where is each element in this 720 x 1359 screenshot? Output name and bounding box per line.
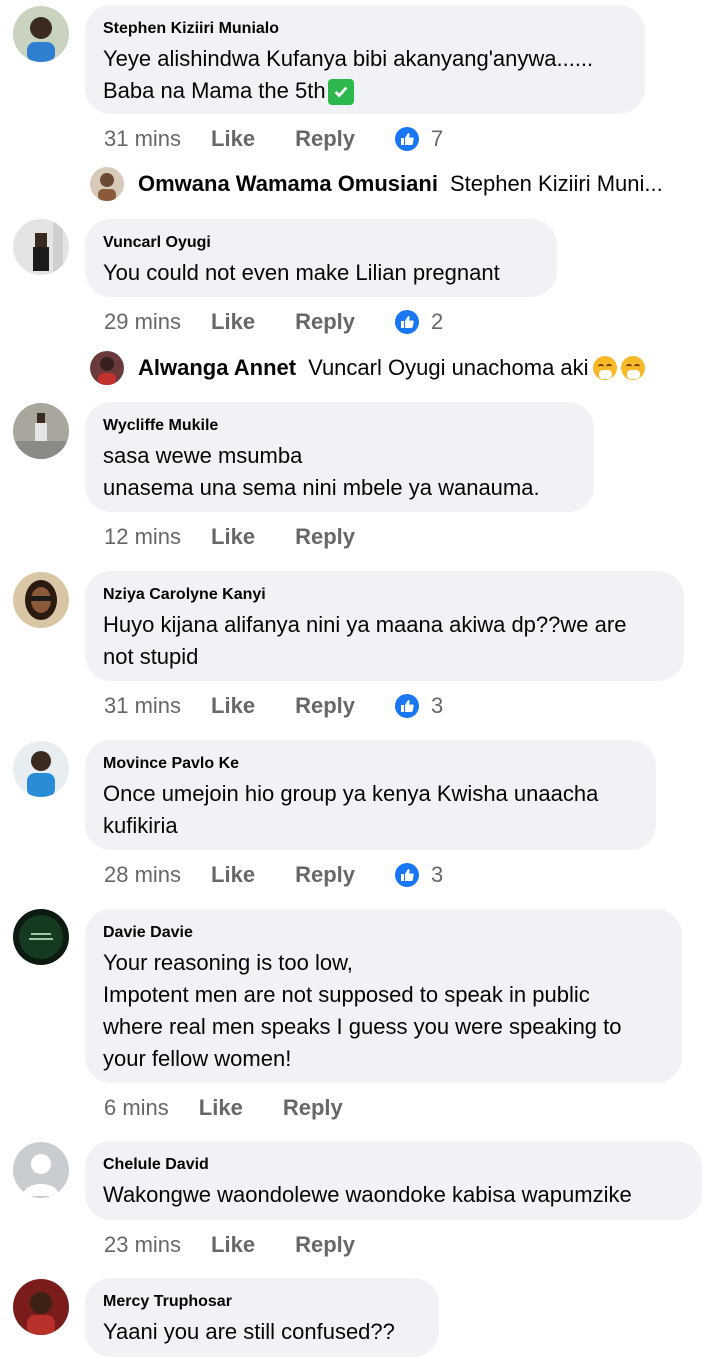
like-button[interactable]: Like — [211, 524, 255, 550]
like-count: 3 — [431, 693, 444, 718]
reply-button[interactable]: Reply — [295, 309, 355, 335]
comment-meta: 31 mins Like Reply 7 — [104, 124, 443, 154]
like-button[interactable]: Like — [211, 1232, 255, 1258]
comment-text: Yeye alishindwa Kufanya bibi akanyang'an… — [103, 43, 623, 107]
comment-time[interactable]: 29 mins — [104, 309, 181, 335]
like-button[interactable]: Like — [211, 862, 255, 888]
comment-meta: 12 mins Like Reply — [104, 522, 395, 552]
comment-bubble: Movince Pavlo Ke Once umejoin hio group … — [85, 740, 656, 850]
reply-author[interactable]: Alwanga Annet — [138, 355, 296, 381]
avatar[interactable] — [13, 909, 69, 965]
reaction-summary[interactable]: 2 — [395, 309, 443, 335]
white-heavy-check-mark-icon — [327, 79, 354, 106]
reply-button[interactable]: Reply — [295, 1232, 355, 1258]
reply-button[interactable]: Reply — [283, 1095, 343, 1121]
comment-text: Your reasoning is too low, Impotent men … — [103, 950, 622, 1071]
comment-meta: 29 mins Like Reply 2 — [104, 307, 443, 337]
reply-avatar — [90, 351, 124, 385]
reply-text: Vuncarl Oyugi unachoma aki — [308, 355, 589, 380]
comment-author[interactable]: Mercy Truphosar — [103, 1292, 417, 1312]
like-count: 7 — [431, 126, 444, 151]
avatar[interactable] — [13, 403, 69, 459]
comment-bubble: Chelule David Wakongwe waondolewe waondo… — [85, 1141, 702, 1220]
face-with-hand-over-mouth-icon — [620, 356, 645, 380]
comment-author[interactable]: Davie Davie — [103, 923, 660, 943]
comment-author[interactable]: Nziya Carolyne Kanyi — [103, 585, 662, 605]
like-button[interactable]: Like — [211, 309, 255, 335]
like-button[interactable]: Like — [211, 126, 255, 152]
thumbs-up-icon — [395, 127, 419, 151]
reaction-summary[interactable]: 7 — [395, 126, 443, 152]
comment-text: Once umejoin hio group ya kenya Kwisha u… — [103, 781, 599, 838]
comment-time[interactable]: 12 mins — [104, 524, 181, 550]
comment-time[interactable]: 31 mins — [104, 126, 181, 152]
avatar[interactable] — [13, 219, 69, 275]
reaction-summary[interactable]: 3 — [395, 693, 443, 719]
reply-preview[interactable]: Omwana Wamama Omusiani Stephen Kiziiri M… — [90, 166, 663, 202]
face-with-hand-over-mouth-icon — [592, 356, 617, 380]
comment-author[interactable]: Movince Pavlo Ke — [103, 754, 634, 774]
comment-time[interactable]: 28 mins — [104, 862, 181, 888]
comment-text: Huyo kijana alifanya nini ya maana akiwa… — [103, 612, 627, 669]
comment-author[interactable]: Vuncarl Oyugi — [103, 233, 535, 253]
thumbs-up-icon — [395, 310, 419, 334]
like-button[interactable]: Like — [211, 693, 255, 719]
reply-preview[interactable]: Alwanga Annet Vuncarl Oyugi unachoma aki — [90, 350, 645, 386]
comment-author[interactable]: Chelule David — [103, 1155, 680, 1175]
comment-bubble: Vuncarl Oyugi You could not even make Li… — [85, 219, 557, 297]
reply-author[interactable]: Omwana Wamama Omusiani — [138, 171, 438, 197]
like-count: 2 — [431, 309, 444, 334]
reply-text: Stephen Kiziiri Muni... — [449, 171, 663, 196]
avatar[interactable] — [13, 741, 69, 797]
comment-time[interactable]: 6 mins — [104, 1095, 169, 1121]
comment-meta: 28 mins Like Reply 3 — [104, 860, 443, 890]
comment-meta: 6 mins Like Reply — [104, 1093, 383, 1123]
thumbs-up-icon — [395, 863, 419, 887]
avatar[interactable] — [13, 6, 69, 62]
comment-meta: 31 mins Like Reply 3 — [104, 691, 443, 721]
comment-bubble: Davie Davie Your reasoning is too low, I… — [85, 909, 682, 1083]
like-button[interactable]: Like — [199, 1095, 243, 1121]
comment-bubble: Wycliffe Mukile sasa wewe msumba unasema… — [85, 402, 594, 512]
comment-text: Yaani you are still confused?? — [103, 1319, 395, 1344]
reply-button[interactable]: Reply — [295, 693, 355, 719]
avatar[interactable] — [13, 572, 69, 628]
comment-time[interactable]: 31 mins — [104, 693, 181, 719]
comment-bubble: Stephen Kiziiri Munialo Yeye alishindwa … — [85, 5, 645, 114]
avatar[interactable] — [13, 1142, 69, 1198]
comment-text: You could not even make Lilian pregnant — [103, 260, 500, 285]
avatar[interactable] — [13, 1279, 69, 1335]
comment-time[interactable]: 23 mins — [104, 1232, 181, 1258]
thumbs-up-icon — [395, 694, 419, 718]
comment-author[interactable]: Wycliffe Mukile — [103, 416, 572, 436]
reply-button[interactable]: Reply — [295, 126, 355, 152]
comment-text: Wakongwe waondolewe waondoke kabisa wapu… — [103, 1182, 632, 1207]
comment-author[interactable]: Stephen Kiziiri Munialo — [103, 19, 623, 39]
comment-bubble: Mercy Truphosar Yaani you are still conf… — [85, 1278, 439, 1357]
reply-button[interactable]: Reply — [295, 862, 355, 888]
reply-button[interactable]: Reply — [295, 524, 355, 550]
comment-text: sasa wewe msumba unasema una sema nini m… — [103, 443, 540, 500]
reaction-summary[interactable]: 3 — [395, 862, 443, 888]
comment-meta: 23 mins Like Reply — [104, 1230, 395, 1260]
reply-avatar — [90, 167, 124, 201]
like-count: 3 — [431, 862, 444, 887]
comment-bubble: Nziya Carolyne Kanyi Huyo kijana alifany… — [85, 571, 684, 681]
